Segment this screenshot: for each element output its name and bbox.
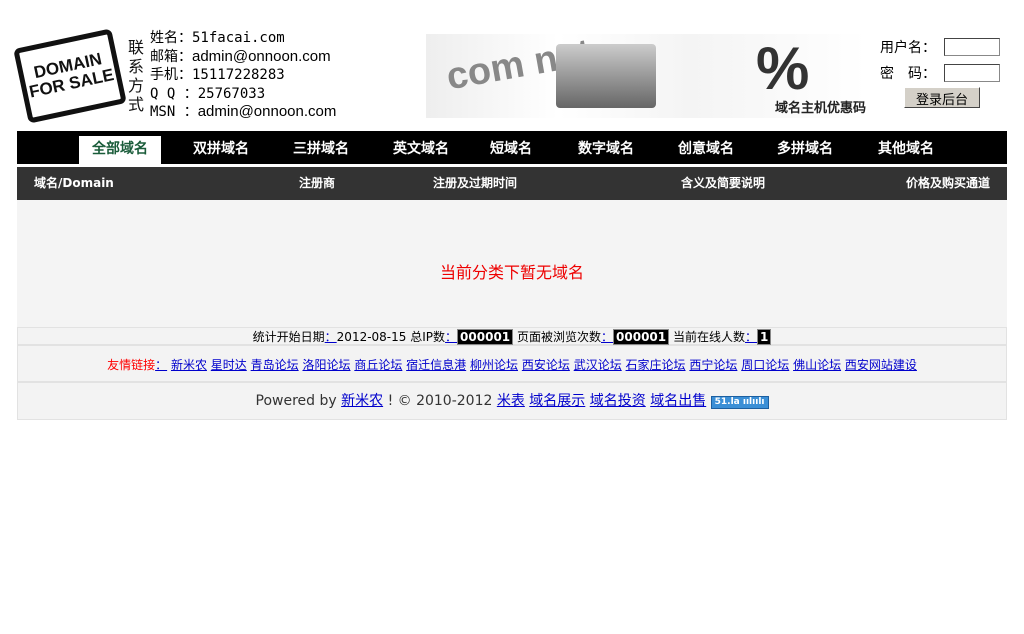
banner-image[interactable]: com net % 域名主机优惠码 [426, 32, 866, 118]
friend-link[interactable]: 西安网站建设 [845, 358, 917, 372]
password-label: 密 码： [880, 66, 936, 82]
percent-icon: % [756, 35, 810, 102]
nav-tab[interactable]: 创意域名 [665, 136, 747, 164]
friend-link[interactable]: 柳州论坛 [470, 358, 518, 372]
footer-link[interactable]: 域名投资 [590, 393, 646, 409]
friend-link[interactable]: 青岛论坛 [251, 358, 299, 372]
friend-link[interactable]: 武汉论坛 [574, 358, 622, 372]
contact-heading: 联系方式 [128, 38, 145, 114]
friend-link[interactable]: 佛山论坛 [793, 358, 841, 372]
col-registrar: 注册商 [299, 176, 336, 190]
friend-link[interactable]: 星时达 [211, 358, 247, 372]
views-label: 页面被浏览次数 [516, 330, 601, 344]
contact-value: 15117228283 [192, 67, 285, 83]
friend-link[interactable]: 商丘论坛 [354, 358, 402, 372]
footer: Powered by 新米农 ! © 2010-2012 米表 域名展示 域名投… [17, 382, 1007, 420]
friend-links-label: 友情链接 [107, 358, 156, 372]
username-input[interactable] [944, 38, 1000, 56]
footer-link[interactable]: 域名展示 [529, 393, 585, 409]
computer-icon [556, 44, 656, 108]
nav-tab[interactable]: 数字域名 [565, 136, 647, 164]
start-label: 统计开始日期 [252, 330, 325, 344]
friend-link[interactable]: 周口论坛 [741, 358, 789, 372]
contact-row: 手机：15117228283 [150, 66, 336, 85]
nav-tab[interactable]: 全部域名 [79, 136, 161, 164]
category-nav: 全部域名 双拼域名 三拼域名 英文域名 短域名 数字域名 创意域名 多拼域名 其他域名 [17, 131, 1007, 164]
sep: ： [155, 358, 168, 372]
51la-stats-badge[interactable]: 51.la ıılıılı [710, 396, 769, 409]
powered-by: Powered by [255, 393, 337, 409]
col-dates: 注册及过期时间 [433, 176, 518, 190]
contact-value: admin@onnoon.com [197, 103, 337, 120]
contact-label: 邮箱： [150, 48, 192, 65]
username-label: 用户名： [880, 40, 936, 56]
start-date: 2012-08-15 [336, 330, 407, 344]
contact-value: admin@onnoon.com [192, 47, 331, 65]
col-description: 含义及简要说明 [681, 176, 766, 190]
nav-tab[interactable]: 双拼域名 [180, 136, 262, 164]
friend-link[interactable]: 宿迁信息港 [406, 358, 466, 372]
friend-link[interactable]: 西宁论坛 [689, 358, 737, 372]
brand-link[interactable]: 新米农 [341, 393, 383, 409]
contact-row: MSN ：admin@onnoon.com [150, 103, 336, 122]
password-input[interactable] [944, 64, 1000, 82]
friend-link[interactable]: 西安论坛 [522, 358, 570, 372]
contact-row: 邮箱：admin@onnoon.com [150, 48, 336, 67]
login-form: 用户名： 密 码： 登录后台 [880, 34, 1000, 108]
nav-tab[interactable]: 其他域名 [865, 136, 947, 164]
online-count: 1 [756, 329, 772, 345]
copyright: ! © 2010-2012 [387, 393, 493, 409]
table-header: 域名/Domain 注册商 注册及过期时间 含义及简要说明 价格及购买通道 [17, 167, 1007, 200]
sep: ： [601, 330, 614, 344]
col-domain: 域名/Domain [34, 176, 114, 190]
footer-link[interactable]: 域名出售 [650, 393, 706, 409]
friend-link[interactable]: 新米农 [171, 358, 207, 372]
contact-value: 25767033 [197, 85, 266, 102]
friend-link[interactable]: 石家庄论坛 [626, 358, 686, 372]
contact-row: Q Q ：25767033 [150, 85, 336, 104]
footer-link[interactable]: 米表 [497, 393, 525, 409]
contact-label: 手机： [150, 67, 192, 83]
nav-tab[interactable]: 多拼域名 [764, 136, 846, 164]
login-button[interactable]: 登录后台 [904, 87, 980, 108]
views-count: 000001 [613, 329, 670, 345]
col-price: 价格及购买通道 [905, 176, 990, 190]
sep: ： [324, 330, 337, 344]
sep: ： [445, 330, 458, 344]
contact-label: Q Q ： [150, 85, 198, 102]
contact-value: 51facai.com [192, 30, 285, 46]
ip-label: 总IP数 [410, 330, 446, 344]
nav-tab[interactable]: 三拼域名 [280, 136, 362, 164]
contact-row: 姓名：51facai.com [150, 29, 336, 48]
contact-info: 姓名：51facai.com 邮箱：admin@onnoon.com 手机：1511… [150, 29, 336, 122]
contact-label: MSN ： [150, 104, 198, 120]
friend-links: 友情链接： 新米农 星时达 青岛论坛 洛阳论坛 商丘论坛 宿迁信息港 柳州论坛 … [17, 345, 1007, 382]
ip-count: 000001 [457, 329, 514, 345]
friend-link[interactable]: 洛阳论坛 [302, 358, 350, 372]
stats-bar: 统计开始日期：2012-08-15 总IP数： 000001 页面被浏览次数： 00… [17, 327, 1007, 345]
nav-tab[interactable]: 短域名 [470, 136, 552, 164]
nav-tab[interactable]: 英文域名 [380, 136, 462, 164]
contact-label: 姓名： [150, 30, 192, 46]
empty-message: 当前分类下暂无域名 [17, 200, 1007, 327]
online-label: 当前在线人数 [672, 330, 745, 344]
domain-for-sale-logo: DOMAIN FOR SALE [13, 28, 127, 124]
banner-caption: 域名主机优惠码 [774, 101, 866, 116]
sep: ： [744, 330, 757, 344]
